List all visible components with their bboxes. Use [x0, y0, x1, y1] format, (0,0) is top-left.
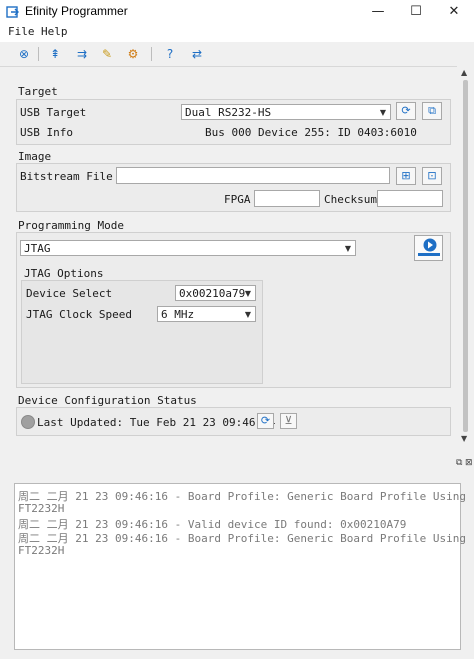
refresh-usb-button[interactable]: ⟳: [396, 102, 416, 120]
menu-bar: File Help: [0, 24, 474, 42]
window-title: Efinity Programmer: [25, 4, 128, 18]
log-line: 周二 二月 21 23 09:46:16 - Board Profile: Ge…: [18, 490, 466, 503]
help-icon[interactable]: ?: [162, 46, 178, 62]
refresh-icon: ⟳: [401, 104, 411, 117]
device-select-dropdown[interactable]: 0x00210a79 ▼: [175, 285, 256, 301]
device-select-value: 0x00210a79: [179, 287, 246, 300]
usb-target-value: Dual RS232-HS: [185, 106, 272, 119]
start-program-button[interactable]: [414, 235, 443, 261]
browse-bitstream-button[interactable]: ⊞: [396, 167, 416, 185]
fpga-field[interactable]: [254, 190, 320, 207]
usb-target-select[interactable]: Dual RS232-HS ▼: [181, 104, 391, 120]
menu-file[interactable]: File: [8, 25, 35, 38]
device-icon: ⧉: [428, 104, 436, 117]
plugin-icon[interactable]: ⇄: [189, 46, 205, 62]
scroll-up-icon[interactable]: ▲: [461, 68, 467, 77]
log-console[interactable]: 周二 二月 21 23 09:46:16 - Board Profile: Ge…: [14, 483, 466, 650]
image-heading: Image: [18, 150, 52, 163]
jtag-options-heading: JTAG Options: [24, 267, 104, 280]
log-line: FT2232H: [18, 544, 65, 557]
programming-mode-select[interactable]: JTAG ▼: [20, 240, 356, 256]
usb-info-label: USB Info: [20, 126, 73, 139]
scroll-down-icon[interactable]: ▼: [461, 434, 467, 443]
filter-icon: ⊻: [284, 414, 293, 427]
log-line: FT2232H: [18, 502, 65, 515]
export-icon[interactable]: ⇉: [74, 46, 90, 62]
scroll-thumb[interactable]: [463, 80, 468, 432]
vertical-scrollbar[interactable]: ▲ ▼: [457, 66, 474, 446]
chevron-down-icon: ▼: [344, 244, 351, 253]
chevron-down-icon: ▼: [379, 108, 386, 117]
refresh-icon: ⟳: [260, 414, 271, 427]
bitstream-options-button[interactable]: ⊡: [422, 167, 442, 185]
target-heading: Target: [18, 85, 58, 98]
app-logo-icon: [6, 6, 19, 18]
close-button[interactable]: ✕: [431, 0, 474, 24]
bitstream-file-label: Bitstream File: [20, 170, 113, 183]
usb-settings-button[interactable]: ⧉: [422, 102, 442, 120]
usb-target-label: USB Target: [20, 106, 87, 119]
refresh-status-button[interactable]: ⟳: [257, 413, 274, 429]
status-indicator-icon: [21, 415, 35, 429]
fpga-label: FPGA: [224, 193, 251, 206]
programming-mode-heading: Programming Mode: [18, 219, 124, 232]
edit-icon[interactable]: ✎: [99, 46, 115, 62]
jtag-clock-speed-label: JTAG Clock Speed: [26, 308, 132, 321]
filter-status-button[interactable]: ⊻: [280, 413, 297, 429]
open-file-icon: ⊞: [401, 169, 411, 182]
play-icon: [418, 238, 440, 256]
usb-info-value: Bus 000 Device 255: ID 0403:6010: [205, 126, 417, 139]
bitstream-file-input[interactable]: [116, 167, 390, 184]
programming-mode-value: JTAG: [24, 242, 51, 255]
panel-splitter[interactable]: [14, 448, 459, 458]
file-icon: ⊡: [427, 169, 437, 182]
jtag-clock-speed-dropdown[interactable]: 6 MHz ▼: [157, 306, 256, 322]
undock-icon[interactable]: ⧉: [456, 458, 462, 468]
checksum-label: Checksum: [324, 193, 377, 206]
stop-icon[interactable]: ⊗: [16, 46, 32, 62]
checksum-field[interactable]: [377, 190, 443, 207]
settings-icon[interactable]: ⚙: [125, 46, 141, 62]
chevron-down-icon: ▼: [244, 289, 251, 298]
program-icon[interactable]: ⇞: [47, 46, 63, 62]
menu-help[interactable]: Help: [41, 25, 68, 38]
log-line: 周二 二月 21 23 09:46:16 - Board Profile: Ge…: [18, 532, 466, 545]
device-select-label: Device Select: [26, 287, 113, 300]
last-updated-text: Last Updated: Tue Feb 21 23 09:46:14: [37, 416, 276, 429]
close-panel-icon[interactable]: ⊠: [465, 458, 473, 468]
clock-speed-value: 6 MHz: [161, 308, 195, 321]
toolbar: ⊗ ⇞ ⇉ ✎ ⚙ ? ⇄: [0, 42, 474, 67]
device-status-heading: Device Configuration Status: [18, 394, 197, 407]
chevron-down-icon: ▼: [244, 310, 251, 319]
title-bar: Efinity Programmer — ☐ ✕: [0, 0, 474, 24]
